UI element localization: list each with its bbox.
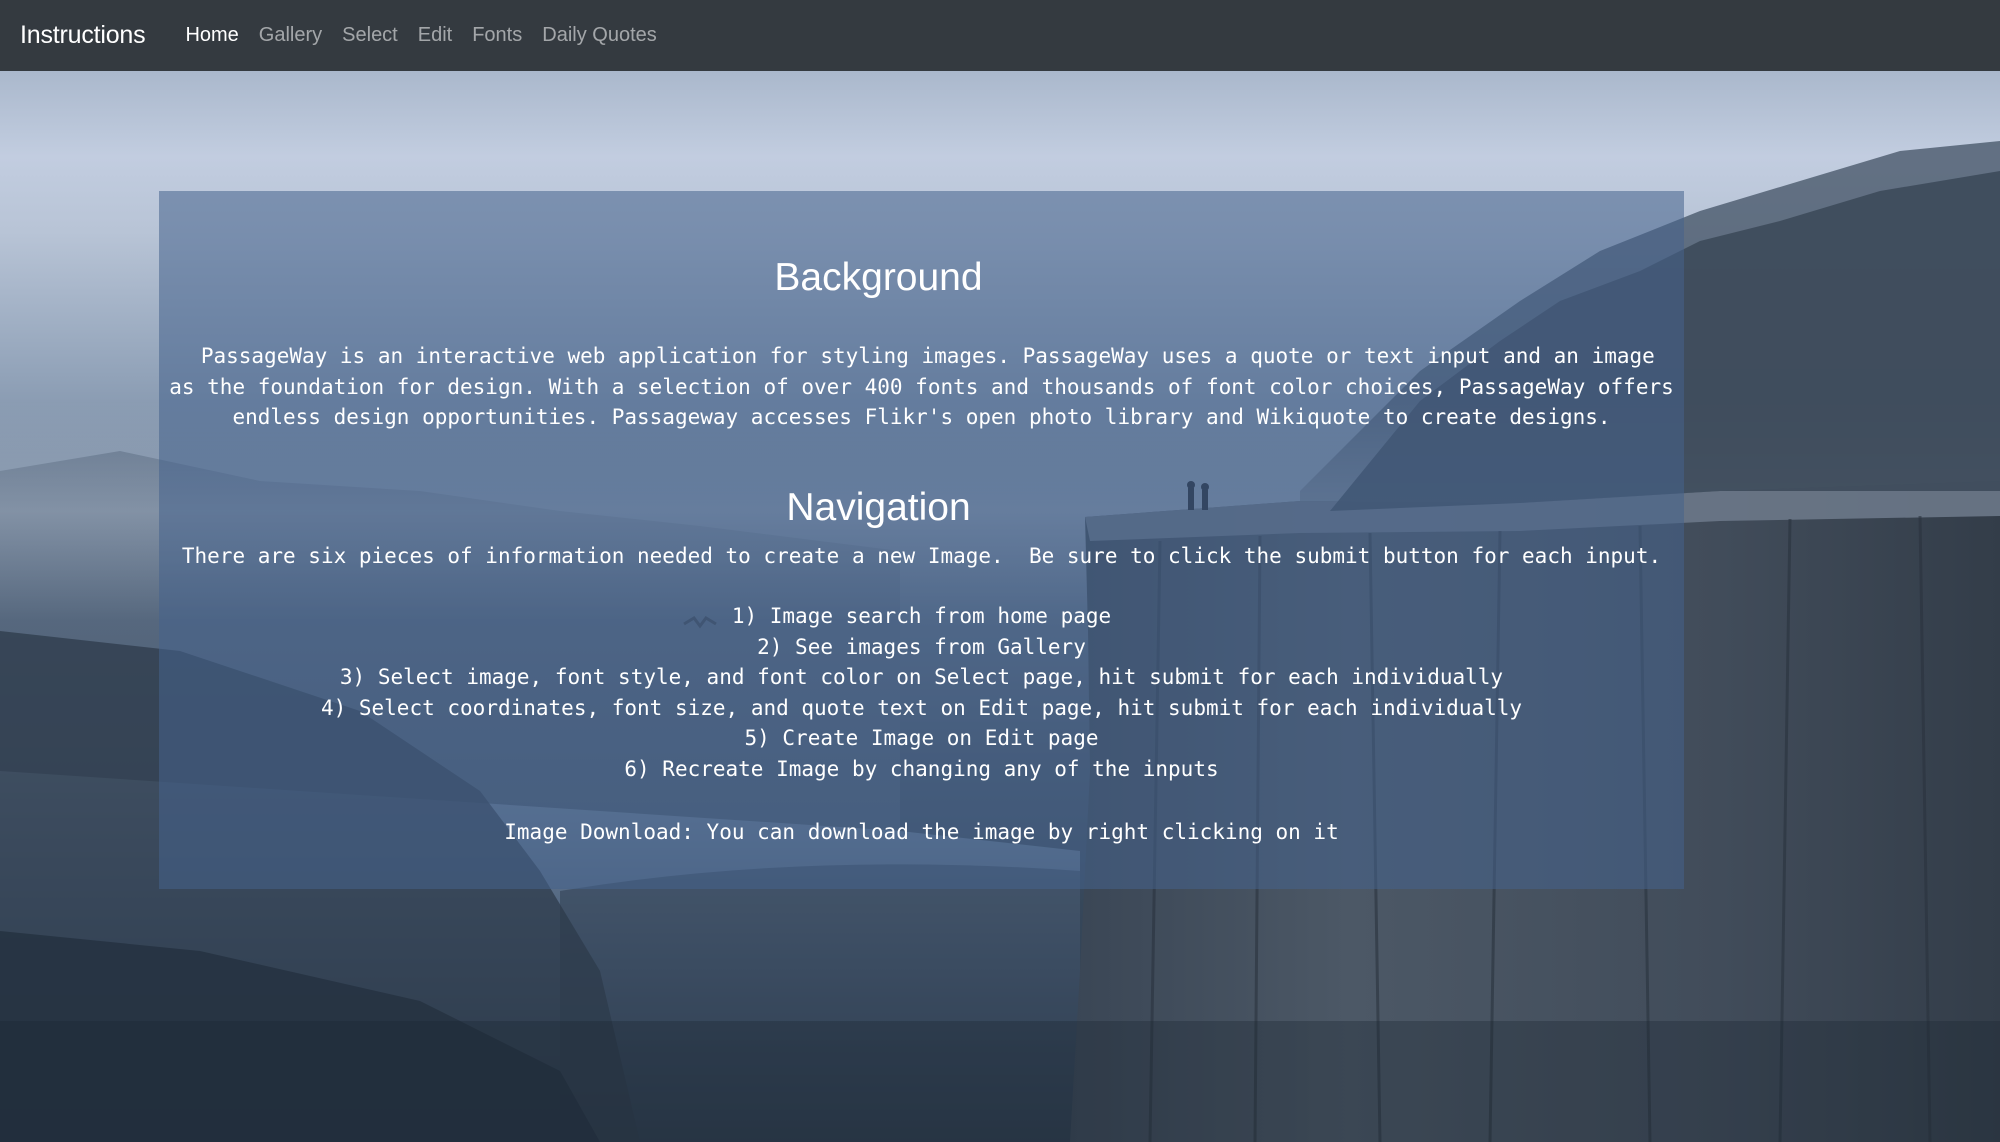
- step-5: 5) Create Image on Edit page: [744, 726, 1099, 750]
- background-line-2: as the foundation for design. With a sel…: [169, 374, 1674, 399]
- step-2: 2) See images from Gallery: [757, 634, 1086, 659]
- step-3: 3) Select image, font style, and font co…: [339, 665, 1504, 689]
- navigation-heading: Navigation: [786, 486, 971, 529]
- background-line-3: endless design opportunities. Passageway…: [232, 405, 1611, 429]
- step-1: 1) Image search from home page: [731, 604, 1112, 628]
- top-navbar: Instructions Home Gallery Select Edit Fo…: [0, 0, 2000, 71]
- nav-link-home[interactable]: Home: [185, 24, 238, 47]
- navigation-intro: There are six pieces of information need…: [181, 544, 1662, 568]
- navbar-brand[interactable]: Instructions: [20, 21, 146, 50]
- instructions-panel: Background PassageWay is an interactive …: [159, 191, 1684, 889]
- navigation-steps-list: 1) Image search from home page 2) See im…: [159, 601, 1684, 784]
- nav-link-daily-quotes[interactable]: Daily Quotes: [542, 24, 657, 47]
- image-download-note: Image Download: You can download the ima…: [504, 820, 1339, 844]
- step-6: 6) Recreate Image by changing any of the…: [624, 756, 1219, 781]
- step-4: 4) Select coordinates, font size, and qu…: [320, 695, 1523, 720]
- background-line-1: PassageWay is an interactive web applica…: [188, 344, 1655, 368]
- background-heading: Background: [774, 256, 983, 299]
- nav-link-select[interactable]: Select: [342, 24, 398, 47]
- nav-link-fonts[interactable]: Fonts: [472, 24, 522, 47]
- nav-link-gallery[interactable]: Gallery: [259, 24, 322, 47]
- background-description: PassageWay is an interactive web applica…: [159, 341, 1684, 433]
- nav-link-edit[interactable]: Edit: [418, 24, 452, 47]
